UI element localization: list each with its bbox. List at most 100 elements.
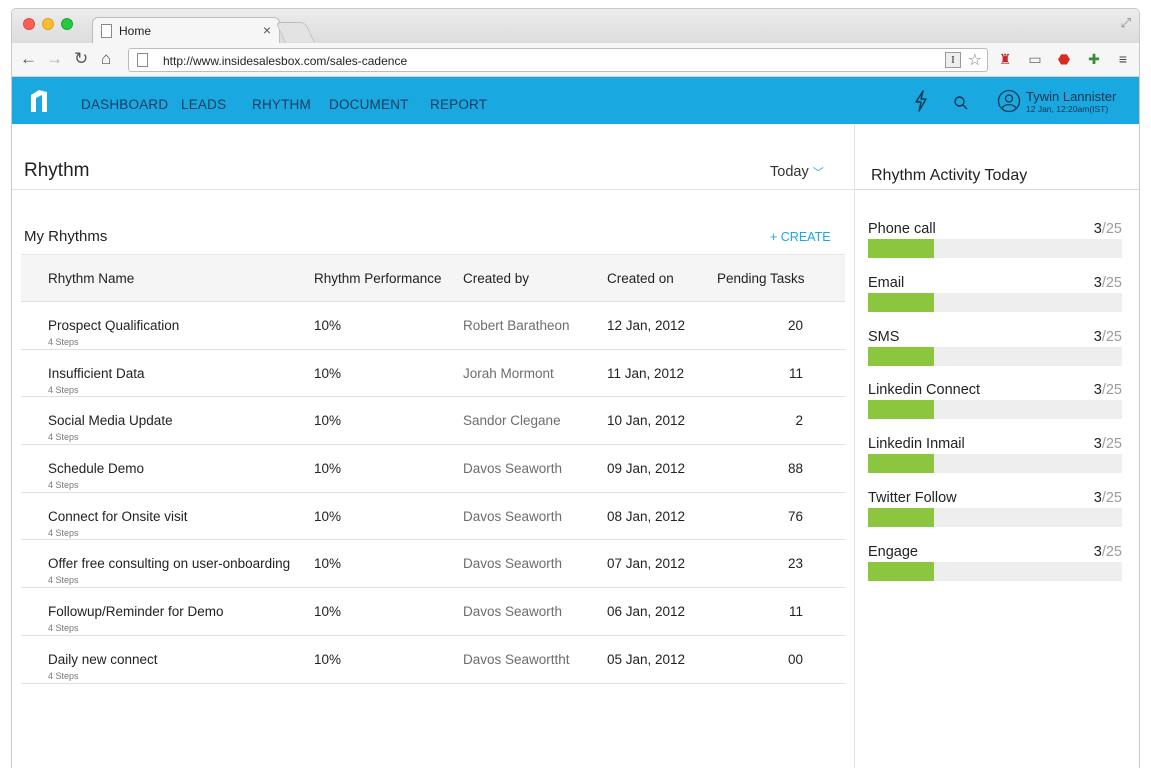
rhythm-created-on: 07 Jan, 2012 <box>607 556 686 572</box>
progress-fill <box>868 400 934 420</box>
rhythm-pending-tasks: 76 <box>787 508 803 524</box>
rhythm-name[interactable]: Daily new connect <box>48 652 158 667</box>
nav-leads[interactable]: LEADS <box>181 97 226 112</box>
user-name[interactable]: Tywin Lannister <box>1026 89 1116 104</box>
url-text[interactable]: http://www.insidesalesbox.com/sales-cade… <box>163 54 407 68</box>
zoom-window-button[interactable] <box>61 18 73 30</box>
rhythm-pending-tasks: 2 <box>795 413 803 429</box>
column-header-name[interactable]: Rhythm Name <box>48 271 134 286</box>
puzzle-extension-icon[interactable]: ✚ <box>1085 50 1103 68</box>
activity-item[interactable]: Twitter Follow 3/25 <box>868 490 1122 536</box>
progress-track <box>868 508 1122 527</box>
activity-count: 3/25 <box>1094 490 1122 506</box>
create-rhythm-button[interactable]: + CREATE <box>770 230 831 244</box>
activity-count: 3/25 <box>1094 382 1122 398</box>
column-header-created-on[interactable]: Created on <box>607 271 674 286</box>
activity-item[interactable]: Linkedin Inmail 3/25 <box>868 436 1122 482</box>
adblock-extension-icon[interactable]: ⬣ <box>1055 50 1073 68</box>
activity-total: /25 <box>1101 490 1122 506</box>
activity-label: Twitter Follow <box>868 490 957 506</box>
rhythm-steps: 4 Steps <box>48 480 79 491</box>
progress-track <box>868 561 1122 581</box>
table-row[interactable]: Prospect Qualification 4 Steps 10% Robert B… <box>21 302 845 350</box>
table-row[interactable]: Insufficient Data 4 Steps 10% Jorah Mormont… <box>21 350 845 398</box>
reload-icon[interactable]: ↻ <box>74 49 88 69</box>
rhythm-name[interactable]: Insufficient Data <box>48 366 145 381</box>
table-row[interactable]: Daily new connect 4 Steps 10% Davos Seawort… <box>21 636 845 684</box>
rhythm-name[interactable]: Prospect Qualification <box>48 318 179 333</box>
nav-rhythm[interactable]: RHYTHM <box>252 97 311 112</box>
date-filter-label: Today <box>770 164 809 180</box>
forward-icon[interactable]: → <box>46 49 63 69</box>
activity-done: 3 <box>1093 543 1102 560</box>
fullscreen-icon[interactable]: ⤢ <box>1121 15 1131 31</box>
rhythm-steps: 4 Steps <box>48 527 79 538</box>
home-icon[interactable]: ⌂ <box>101 49 111 69</box>
activity-count: 3/25 <box>1094 329 1122 345</box>
rhythm-performance: 10% <box>314 508 342 524</box>
lightning-icon[interactable] <box>913 90 929 112</box>
address-bar[interactable]: http://www.insidesalesbox.com/sales-cade… <box>128 48 988 72</box>
app-logo-icon[interactable] <box>29 89 49 113</box>
activity-done: 3 <box>1093 436 1102 453</box>
table-row[interactable]: Connect for Onsite visit 4 Steps 10% Davos … <box>21 493 845 541</box>
browser-tab[interactable]: Home × <box>92 17 280 44</box>
rhythm-name[interactable]: Social Media Update <box>48 413 173 428</box>
search-icon[interactable] <box>953 95 969 111</box>
close-tab-icon[interactable]: × <box>263 22 271 38</box>
table-header: Rhythm Name Rhythm Performance Created b… <box>21 254 845 302</box>
rhythm-name[interactable]: Followup/Reminder for Demo <box>48 604 224 619</box>
activity-item[interactable]: SMS 3/25 <box>868 329 1122 375</box>
browser-window: Home × ⤢ ← → ↻ ⌂ http://www.insidesalesb… <box>11 8 1140 768</box>
new-tab-button[interactable] <box>275 22 315 42</box>
progress-track <box>868 239 1122 258</box>
activity-item[interactable]: Linkedin Connect 3/25 <box>868 382 1122 428</box>
sofa-extension-icon[interactable]: ♜ <box>996 50 1014 68</box>
column-header-created-by[interactable]: Created by <box>463 271 529 286</box>
nav-dashboard[interactable]: DASHBOARD <box>81 97 168 112</box>
menu-icon[interactable]: ≡ <box>1114 50 1132 68</box>
rhythm-name[interactable]: Connect for Onsite visit <box>48 509 188 524</box>
rhythm-performance: 10% <box>314 318 342 333</box>
activity-item[interactable]: Email 3/25 <box>868 275 1122 321</box>
back-icon[interactable]: ← <box>20 49 37 69</box>
column-header-pending-tasks[interactable]: Pending Tasks <box>717 271 805 286</box>
nav-document[interactable]: DOCUMENT <box>329 97 409 112</box>
reader-icon[interactable]: I <box>945 52 961 68</box>
minimize-window-button[interactable] <box>42 18 54 30</box>
rhythm-created-on: 08 Jan, 2012 <box>607 508 686 524</box>
nav-report[interactable]: REPORT <box>430 97 487 112</box>
column-header-performance[interactable]: Rhythm Performance <box>314 271 442 286</box>
table-row[interactable]: Offer free consulting on user-onboarding… <box>21 540 845 589</box>
activity-panel-title: Rhythm Activity Today <box>871 167 1028 184</box>
rhythm-name[interactable]: Schedule Demo <box>48 461 144 476</box>
progress-fill <box>868 239 934 258</box>
avatar[interactable] <box>997 89 1021 113</box>
activity-label: Email <box>868 274 905 291</box>
rhythm-created-on: 09 Jan, 2012 <box>607 461 686 477</box>
rhythm-steps: 4 Steps <box>48 337 79 347</box>
date-filter-dropdown[interactable]: Today ﹀ <box>770 164 824 180</box>
bookmark-star-icon[interactable]: ☆ <box>968 50 982 70</box>
rhythm-pending-tasks: 00 <box>787 651 803 667</box>
activity-item[interactable]: Phone call 3/25 <box>868 221 1122 267</box>
rhythm-performance: 10% <box>314 365 342 381</box>
rhythm-created-by: Davos Seaworth <box>463 556 563 572</box>
table-row[interactable]: Schedule Demo 4 Steps 10% Davos Seaworth 09 … <box>21 445 845 493</box>
rhythm-created-by: Davos Seaworttht <box>463 651 570 667</box>
table-row[interactable]: Social Media Update 4 Steps 10% Sandor Cleg… <box>21 397 845 446</box>
activity-done: 3 <box>1093 382 1102 399</box>
activity-label: Engage <box>868 543 918 560</box>
table-row[interactable]: Followup/Reminder for Demo 4 Steps 10% Davo… <box>21 588 845 636</box>
rhythm-created-by: Jorah Mormont <box>463 365 554 381</box>
app-header: DASHBOARD LEADS RHYTHM DOCUMENT REPORT T… <box>12 77 1139 124</box>
close-window-button[interactable] <box>23 18 35 30</box>
rhythm-performance: 10% <box>314 556 342 572</box>
activity-item[interactable]: Engage 3/25 <box>868 544 1122 590</box>
rhythm-name[interactable]: Offer free consulting on user-onboarding <box>48 556 290 571</box>
rhythm-steps: 4 Steps <box>48 432 79 443</box>
cast-extension-icon[interactable]: ▭ <box>1026 50 1044 68</box>
progress-fill <box>868 508 934 527</box>
rhythm-performance: 10% <box>314 461 342 477</box>
rhythm-performance: 10% <box>314 413 342 429</box>
